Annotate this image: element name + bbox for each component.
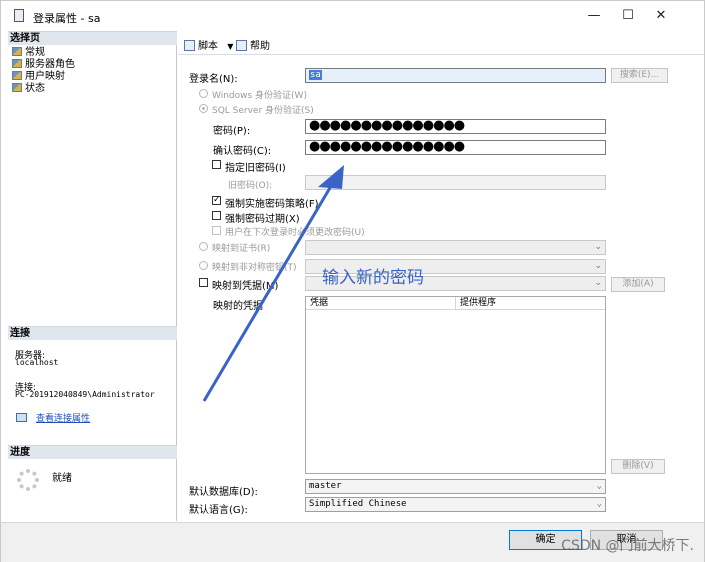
password-label: 密码(P): bbox=[213, 126, 251, 137]
windows-auth-radio[interactable] bbox=[199, 89, 208, 98]
script-button[interactable]: 脚本 ▼ bbox=[184, 37, 233, 52]
page-icon bbox=[12, 47, 22, 56]
page-item-general[interactable]: 常规 bbox=[12, 47, 45, 59]
login-name-label: 登录名(N): bbox=[189, 74, 238, 85]
default-database-select[interactable]: master ⌄ bbox=[305, 479, 606, 494]
help-icon bbox=[236, 40, 247, 51]
chevron-down-icon: ⌄ bbox=[594, 278, 602, 288]
chevron-down-icon: ⌄ bbox=[594, 261, 602, 271]
close-button[interactable]: ✕ bbox=[646, 7, 676, 25]
help-button[interactable]: 帮助 bbox=[236, 37, 270, 52]
progress-status: 就绪 bbox=[52, 473, 72, 484]
window-icon bbox=[14, 9, 24, 22]
default-database-label: 默认数据库(D): bbox=[189, 487, 258, 498]
script-icon bbox=[184, 40, 195, 51]
window-title: 登录属性 - sa bbox=[33, 12, 101, 25]
windows-auth-label: Windows 身份验证(W) bbox=[212, 91, 307, 101]
page-icon bbox=[12, 83, 22, 92]
chevron-down-icon: ▼ bbox=[227, 42, 234, 51]
default-language-label: 默认语言(G): bbox=[189, 505, 248, 516]
login-name-input[interactable]: sa bbox=[305, 68, 606, 83]
add-credential-button[interactable]: 添加(A) bbox=[611, 277, 665, 292]
chevron-down-icon: ⌄ bbox=[594, 242, 602, 252]
page-item-user-mapping[interactable]: 用户映射 bbox=[12, 71, 65, 83]
search-button[interactable]: 搜索(E)... bbox=[611, 68, 668, 83]
password-input[interactable]: ●●●●●●●●●●●●●●● bbox=[305, 119, 606, 134]
progress-spinner-icon bbox=[17, 469, 39, 491]
connect-value: PC-201912040849\Administrator bbox=[15, 390, 155, 399]
maximize-button[interactable]: ☐ bbox=[613, 7, 643, 25]
toolbar: 脚本 ▼ 帮助 bbox=[178, 31, 704, 55]
select-page-header: 选择页 bbox=[8, 31, 177, 45]
connection-properties-icon bbox=[16, 413, 27, 422]
login-properties-window: 登录属性 - sa — ☐ ✕ 选择页 常规 服务器角色 用户映射 状态 连接 … bbox=[0, 0, 705, 562]
connection-header: 连接 bbox=[8, 326, 177, 340]
sql-auth-label: SQL Server 身份验证(S) bbox=[212, 106, 314, 116]
left-pane: 选择页 常规 服务器角色 用户映射 状态 连接 服务器: localhost 连… bbox=[8, 31, 177, 521]
minimize-button[interactable]: — bbox=[579, 7, 609, 25]
page-icon bbox=[12, 71, 22, 80]
title-bar: 登录属性 - sa — ☐ ✕ bbox=[1, 1, 704, 31]
default-language-select[interactable]: Simplified Chinese ⌄ bbox=[305, 497, 606, 512]
server-value: localhost bbox=[15, 358, 59, 367]
remove-credential-button[interactable]: 删除(V) bbox=[611, 459, 665, 474]
sql-auth-radio[interactable] bbox=[199, 104, 208, 113]
watermark: CSDN @门前大桥下. bbox=[561, 538, 694, 554]
progress-header: 进度 bbox=[8, 445, 177, 459]
view-connection-properties-link[interactable]: 查看连接属性 bbox=[36, 411, 90, 424]
page-icon bbox=[12, 59, 22, 68]
chevron-down-icon: ⌄ bbox=[596, 499, 602, 509]
page-item-status[interactable]: 状态 bbox=[12, 83, 45, 95]
grid-col-provider[interactable]: 提供程序 bbox=[456, 297, 605, 310]
page-item-server-roles[interactable]: 服务器角色 bbox=[12, 59, 75, 71]
annotation-text: 输入新的密码 bbox=[322, 268, 424, 288]
chevron-down-icon: ⌄ bbox=[596, 481, 602, 491]
